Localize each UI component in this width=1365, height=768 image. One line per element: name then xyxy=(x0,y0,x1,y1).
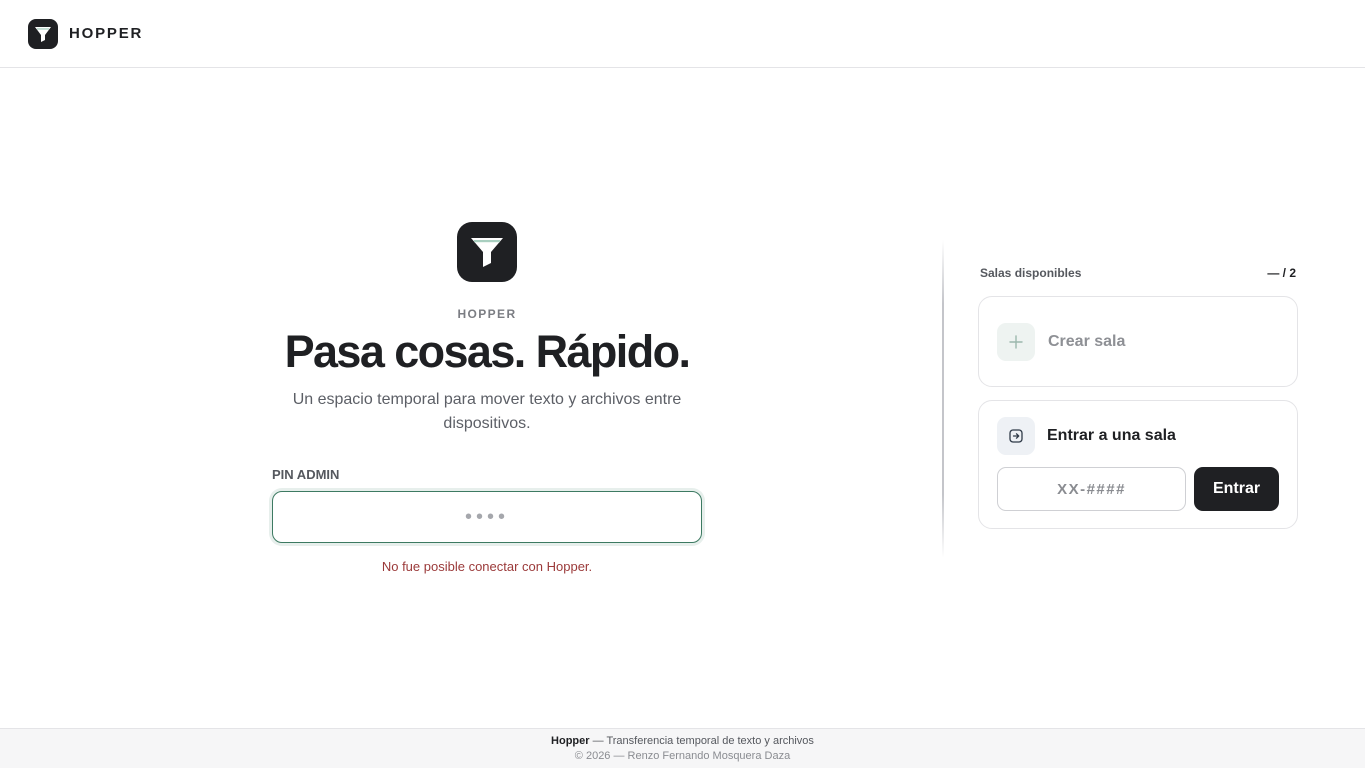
pin-input[interactable] xyxy=(272,491,702,543)
create-room-button[interactable]: Crear sala xyxy=(978,296,1298,387)
footer-copyright: © 2026 — Renzo Fernando Mosquera Daza xyxy=(574,749,791,762)
header-logo[interactable] xyxy=(28,18,58,49)
hero-logo xyxy=(457,222,517,282)
funnel-icon xyxy=(35,26,51,42)
admin-section: HOPPER Pasa cosas. Rápido. Un espacio te… xyxy=(272,222,702,574)
section-divider xyxy=(942,240,944,558)
header-brand-name: HOPPER xyxy=(69,25,144,42)
plus-icon xyxy=(1009,334,1023,349)
page-title: Pasa cosas. Rápido. xyxy=(284,326,691,377)
create-room-icon-box xyxy=(997,322,1035,361)
enter-room-button[interactable]: Entrar xyxy=(1194,467,1279,511)
room-code-input[interactable] xyxy=(997,467,1186,511)
top-bar: HOPPER xyxy=(0,0,1365,68)
join-room-icon-box xyxy=(997,417,1035,455)
connection-error-message: No fue posible conectar con Hopper. xyxy=(381,559,593,574)
hero-subtitle: Un espacio temporal para mover texto y a… xyxy=(292,391,682,432)
rooms-panel: Salas disponibles — / 2 Crear sala Entra… xyxy=(978,264,1298,529)
enter-icon xyxy=(1009,429,1023,443)
rooms-title: Salas disponibles xyxy=(980,266,1082,280)
rooms-header: Salas disponibles — / 2 xyxy=(978,264,1298,282)
pin-label: PIN ADMIN xyxy=(272,467,340,482)
join-room-card: Entrar a una sala Entrar xyxy=(978,400,1298,529)
footer: Hopper — Transferencia temporal de texto… xyxy=(0,728,1365,768)
create-room-label: Crear sala xyxy=(1048,332,1126,350)
footer-tagline-line: Hopper — Transferencia temporal de texto… xyxy=(551,734,814,749)
hero-eyebrow: HOPPER xyxy=(457,307,517,321)
rooms-count: — / 2 xyxy=(1267,266,1296,280)
footer-app-name: Hopper xyxy=(551,734,590,747)
join-room-form: Entrar xyxy=(997,467,1279,511)
join-room-label: Entrar a una sala xyxy=(1047,427,1176,444)
join-room-header: Entrar a una sala xyxy=(997,417,1279,455)
funnel-icon xyxy=(471,238,503,267)
footer-tagline: — Transferencia temporal de texto y arch… xyxy=(589,734,814,747)
